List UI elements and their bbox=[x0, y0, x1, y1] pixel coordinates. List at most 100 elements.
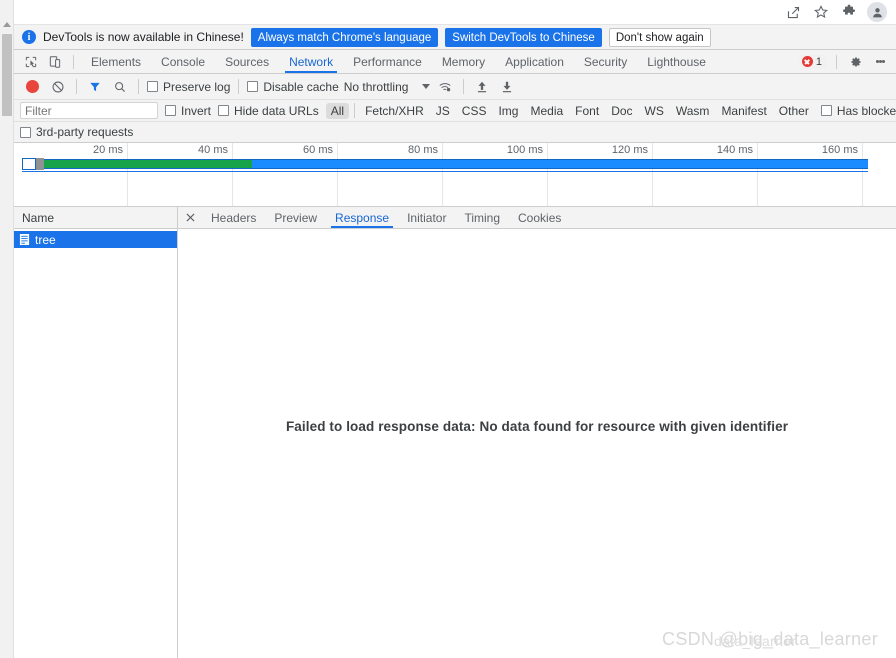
tab-lighthouse[interactable]: Lighthouse bbox=[637, 50, 716, 73]
scrollbar-thumb[interactable] bbox=[2, 34, 12, 116]
tab-sources[interactable]: Sources bbox=[215, 50, 279, 73]
clear-no-entry-icon[interactable] bbox=[48, 77, 68, 97]
extensions-puzzle-icon[interactable] bbox=[836, 2, 862, 22]
switch-devtools-language-button[interactable]: Switch DevTools to Chinese bbox=[445, 28, 602, 47]
checkbox-box bbox=[218, 105, 229, 116]
error-count-badge[interactable]: 1 bbox=[799, 55, 827, 69]
tabbar-divider bbox=[836, 55, 837, 69]
toolbar-divider bbox=[138, 79, 139, 94]
tab-timing[interactable]: Timing bbox=[455, 207, 509, 228]
invert-checkbox[interactable]: Invert bbox=[165, 104, 211, 118]
tab-elements[interactable]: Elements bbox=[81, 50, 151, 73]
always-match-language-button[interactable]: Always match Chrome's language bbox=[251, 28, 439, 47]
overview-tick-label: 140 ms bbox=[717, 143, 753, 157]
request-list-header[interactable]: Name bbox=[14, 207, 177, 229]
search-magnifier-icon[interactable] bbox=[110, 77, 130, 97]
inspect-element-icon[interactable] bbox=[20, 52, 42, 72]
overview-tick: 60 ms bbox=[233, 143, 338, 207]
overview-tick-label: 80 ms bbox=[408, 143, 438, 157]
overview-tick-label: 60 ms bbox=[303, 143, 333, 157]
overview-selection-grip[interactable] bbox=[36, 158, 44, 170]
avatar bbox=[867, 2, 887, 22]
throttling-select[interactable]: No throttling bbox=[344, 80, 431, 94]
bookmark-star-icon[interactable] bbox=[808, 2, 834, 22]
device-toolbar-icon[interactable] bbox=[44, 52, 66, 72]
overview-tick-label: 20 ms bbox=[93, 143, 123, 157]
record-stop-icon[interactable] bbox=[26, 80, 39, 93]
kebab-menu-icon[interactable] bbox=[870, 52, 890, 72]
has-blocked-cookies-checkbox[interactable]: Has blocked cookies bbox=[821, 104, 896, 118]
third-party-requests-checkbox[interactable]: 3rd-party requests bbox=[20, 125, 133, 139]
resource-type-filters: All Fetch/XHR JS CSS Img Media Font Doc … bbox=[326, 103, 814, 119]
hide-data-urls-label: Hide data URLs bbox=[234, 104, 319, 118]
checkbox-box bbox=[821, 105, 832, 116]
hide-data-urls-checkbox[interactable]: Hide data URLs bbox=[218, 104, 319, 118]
checkbox-box bbox=[247, 81, 258, 92]
overview-tick-label: 120 ms bbox=[612, 143, 648, 157]
overview-tick: 80 ms bbox=[338, 143, 443, 207]
tab-response[interactable]: Response bbox=[326, 207, 398, 228]
wifi-settings-icon[interactable] bbox=[435, 77, 455, 97]
toolbar-divider bbox=[73, 55, 74, 69]
filter-type-manifest[interactable]: Manifest bbox=[716, 103, 771, 119]
gear-icon[interactable] bbox=[846, 52, 866, 72]
browser-toolbar bbox=[0, 0, 896, 24]
network-overview-timeline[interactable]: 20 ms 40 ms 60 ms 80 ms 100 ms 120 ms 14… bbox=[14, 143, 896, 207]
devtools-language-infobar: i DevTools is now available in Chinese! … bbox=[14, 25, 896, 50]
overview-tick-label: 160 ms bbox=[822, 143, 858, 157]
tab-performance[interactable]: Performance bbox=[343, 50, 432, 73]
overview-tick-label: 40 ms bbox=[198, 143, 228, 157]
chevron-down-icon bbox=[422, 84, 430, 89]
close-x-icon[interactable] bbox=[178, 207, 202, 228]
filter-type-img[interactable]: Img bbox=[493, 103, 523, 119]
response-error-message: Failed to load response data: No data fo… bbox=[286, 419, 788, 434]
tab-console[interactable]: Console bbox=[151, 50, 215, 73]
overview-tick: 20 ms bbox=[14, 143, 128, 207]
overview-tick: 40 ms bbox=[128, 143, 233, 207]
tab-cookies[interactable]: Cookies bbox=[509, 207, 570, 228]
filter-type-ws[interactable]: WS bbox=[640, 103, 669, 119]
filter-type-js[interactable]: JS bbox=[431, 103, 455, 119]
tab-memory[interactable]: Memory bbox=[432, 50, 495, 73]
info-icon: i bbox=[22, 30, 36, 44]
filter-input[interactable] bbox=[20, 102, 158, 119]
tab-initiator[interactable]: Initiator bbox=[398, 207, 455, 228]
third-party-requests-label: 3rd-party requests bbox=[36, 125, 133, 139]
preserve-log-checkbox[interactable]: Preserve log bbox=[147, 80, 230, 94]
filter-type-other[interactable]: Other bbox=[774, 103, 814, 119]
document-file-icon bbox=[19, 233, 30, 246]
overview-tick: 140 ms bbox=[653, 143, 758, 207]
request-row-tree[interactable]: tree bbox=[14, 231, 177, 248]
tab-network[interactable]: Network bbox=[279, 50, 343, 73]
tab-preview[interactable]: Preview bbox=[265, 207, 326, 228]
column-header-name: Name bbox=[22, 211, 54, 225]
filter-type-all[interactable]: All bbox=[326, 103, 349, 119]
overview-tick: 120 ms bbox=[548, 143, 653, 207]
error-circle-icon bbox=[802, 56, 813, 67]
tab-application[interactable]: Application bbox=[495, 50, 574, 73]
overview-dom-content-bar bbox=[34, 160, 252, 168]
third-party-filter-row: 3rd-party requests bbox=[14, 122, 896, 143]
import-har-up-arrow-icon[interactable] bbox=[472, 77, 492, 97]
share-icon[interactable] bbox=[780, 2, 806, 22]
filter-type-fetch-xhr[interactable]: Fetch/XHR bbox=[360, 103, 429, 119]
filter-funnel-icon[interactable] bbox=[85, 77, 105, 97]
filter-type-media[interactable]: Media bbox=[525, 103, 568, 119]
filter-type-font[interactable]: Font bbox=[570, 103, 604, 119]
network-filter-row: Invert Hide data URLs All Fetch/XHR JS C… bbox=[14, 100, 896, 122]
disable-cache-checkbox[interactable]: Disable cache bbox=[247, 80, 338, 94]
csdn-watermark: CSDN @big_data_learner data_learner bbox=[662, 629, 878, 650]
dont-show-again-button[interactable]: Don't show again bbox=[609, 28, 711, 47]
profile-avatar-icon[interactable] bbox=[864, 2, 890, 22]
filter-type-css[interactable]: CSS bbox=[457, 103, 492, 119]
tab-security[interactable]: Security bbox=[574, 50, 637, 73]
overview-selection-handle-left[interactable] bbox=[22, 158, 36, 170]
scroll-up-arrow-icon[interactable] bbox=[3, 22, 11, 27]
request-detail-tabs: Headers Preview Response Initiator Timin… bbox=[178, 207, 896, 229]
filter-type-wasm[interactable]: Wasm bbox=[671, 103, 715, 119]
export-har-down-arrow-icon[interactable] bbox=[497, 77, 517, 97]
filter-divider bbox=[354, 103, 355, 118]
page-scrollbar[interactable] bbox=[0, 0, 14, 658]
filter-type-doc[interactable]: Doc bbox=[606, 103, 637, 119]
tab-headers[interactable]: Headers bbox=[202, 207, 265, 228]
